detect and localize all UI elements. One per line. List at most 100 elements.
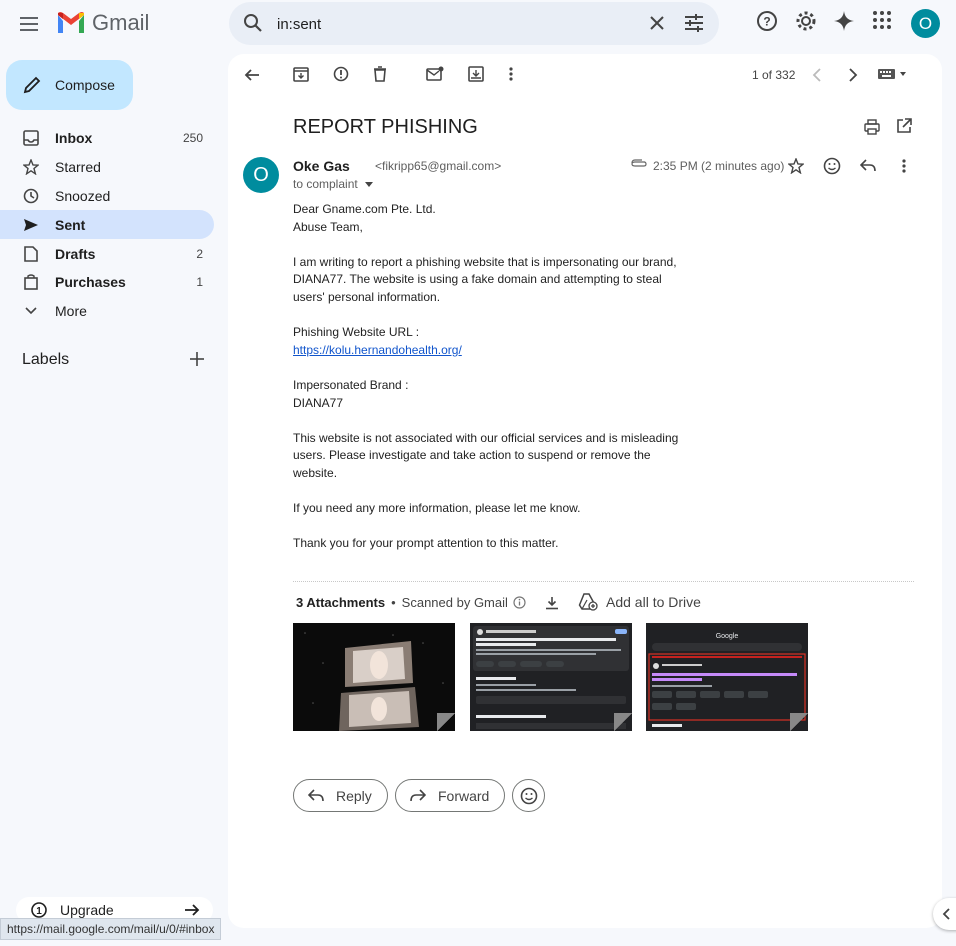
pencil-icon	[23, 76, 41, 94]
upgrade-label: Upgrade	[60, 902, 114, 918]
chevron-down-icon	[22, 302, 40, 320]
drive-label: Add all to Drive	[606, 594, 701, 610]
emoji-icon	[520, 787, 537, 804]
reply-icon[interactable]	[860, 159, 876, 173]
compose-button[interactable]: Compose	[6, 60, 133, 110]
status-bar-url: https://mail.google.com/mail/u/0/#inbox	[0, 918, 222, 940]
search-bar[interactable]: in:sent	[229, 2, 719, 45]
page-fold	[437, 713, 455, 731]
sidebar-item-label: Sent	[55, 216, 86, 233]
star-icon[interactable]	[788, 158, 804, 174]
recipient-label: to complaint	[293, 177, 358, 191]
info-icon[interactable]	[513, 596, 526, 609]
brand-label: Impersonated Brand :	[293, 377, 409, 392]
gmail-logo[interactable]: Gmail	[56, 10, 149, 36]
main-menu-button[interactable]	[14, 8, 46, 40]
emoji-react-button[interactable]	[512, 779, 545, 812]
message-subject: REPORT PHISHING	[293, 116, 478, 138]
svg-text:Google: Google	[716, 633, 739, 640]
sender-name[interactable]: Oke Gas	[293, 158, 350, 174]
svg-text:1: 1	[36, 906, 42, 917]
greeting-line: Abuse Team,	[293, 219, 363, 234]
send-icon	[22, 216, 40, 234]
search-options-icon[interactable]	[683, 13, 705, 33]
sidebar-item-label: More	[55, 303, 87, 320]
sidebar-item-label: Drafts	[55, 245, 96, 262]
forward-button[interactable]: Forward	[395, 779, 505, 812]
body-paragraph: I am writing to report a phishing websit…	[293, 254, 677, 304]
sidebar-item-more[interactable]: More	[0, 297, 214, 326]
forward-icon	[410, 788, 426, 801]
url-label: Phishing Website URL :	[293, 325, 420, 340]
download-all-icon[interactable]	[545, 596, 559, 610]
sidebar-item-label: Inbox	[55, 130, 93, 147]
help-icon[interactable]: ?	[756, 10, 778, 32]
keyboard-icon[interactable]	[878, 68, 908, 80]
upgrade-icon: 1	[31, 902, 47, 918]
mark-unread-icon[interactable]	[426, 66, 444, 82]
labels-heading: Labels	[22, 351, 70, 368]
gmail-wordmark: Gmail	[92, 10, 150, 35]
side-panel-toggle[interactable]	[933, 898, 956, 930]
attachment-preview-image: Google	[646, 623, 808, 731]
message-panel: 1 of 332 REPORT PHISHING O Oke Gas <fikr…	[228, 54, 942, 928]
message-body: Dear Gname.com Pte. Ltd. Abuse Team, I am…	[293, 201, 693, 570]
more-vert-icon[interactable]	[901, 158, 907, 174]
gear-icon[interactable]	[795, 10, 817, 32]
message-timestamp: 2:35 PM (2 minutes ago)	[653, 159, 785, 173]
report-spam-icon[interactable]	[333, 66, 349, 82]
gemini-sparkle-icon[interactable]	[833, 10, 855, 32]
account-avatar[interactable]: O	[911, 9, 940, 38]
sender-email: <fikripp65@gmail.com>	[375, 159, 502, 173]
sidebar-item-sent[interactable]: Sent	[0, 210, 214, 240]
print-icon[interactable]	[864, 119, 880, 135]
svg-text:?: ?	[763, 15, 770, 29]
attachment-preview-image	[293, 623, 455, 731]
phishing-url-link[interactable]: https://kolu.hernandohealth.org/	[293, 343, 462, 357]
back-arrow-icon[interactable]	[244, 67, 260, 83]
star-icon	[22, 158, 40, 176]
scanned-label: Scanned by Gmail	[401, 595, 508, 610]
attachments-header: 3 Attachments • Scanned by Gmail	[296, 595, 559, 610]
body-paragraph: This website is not associated with our …	[293, 430, 679, 480]
reply-label: Reply	[336, 787, 372, 804]
attachment-thumbnail[interactable]	[470, 623, 632, 731]
chevron-left-icon	[942, 908, 950, 920]
sidebar-item-drafts[interactable]: Drafts 2	[0, 239, 214, 268]
attachment-thumbnail[interactable]: Google	[646, 623, 808, 731]
forward-label: Forward	[438, 787, 490, 804]
sidebar-item-starred[interactable]: Starred	[0, 153, 214, 182]
sidebar-item-snoozed[interactable]: Snoozed	[0, 182, 214, 211]
page-fold	[614, 713, 632, 731]
separator-dot: •	[391, 595, 396, 610]
move-to-icon[interactable]	[468, 66, 484, 82]
add-label-icon[interactable]	[189, 351, 205, 367]
archive-icon[interactable]	[293, 66, 309, 82]
reply-icon	[308, 788, 324, 801]
pagination-count: 1 of 332	[752, 68, 796, 82]
reply-button[interactable]: Reply	[293, 779, 388, 812]
more-vert-icon[interactable]	[508, 66, 514, 82]
attachment-thumbnail[interactable]	[293, 623, 455, 731]
close-icon[interactable]	[647, 13, 667, 33]
add-all-to-drive-button[interactable]: Add all to Drive	[578, 593, 701, 611]
chevron-right-icon[interactable]	[848, 68, 858, 82]
caret-down-icon[interactable]	[365, 181, 374, 188]
arrow-right-icon	[185, 904, 200, 916]
search-icon[interactable]	[243, 13, 263, 33]
chevron-left-icon[interactable]	[812, 68, 822, 82]
compose-label: Compose	[55, 77, 115, 93]
trash-icon[interactable]	[373, 66, 387, 82]
recipient-line[interactable]: to complaint	[293, 177, 374, 191]
body-paragraph: If you need any more information, please…	[293, 501, 581, 516]
open-new-window-icon[interactable]	[896, 118, 912, 134]
sidebar-item-inbox[interactable]: Inbox 250	[0, 124, 214, 153]
apps-grid-icon[interactable]	[872, 10, 892, 30]
sender-avatar[interactable]: O	[243, 157, 279, 193]
unread-count: 250	[182, 131, 203, 146]
emoji-reaction-icon[interactable]	[823, 157, 841, 175]
sidebar-item-purchases[interactable]: Purchases 1	[0, 268, 214, 297]
search-input[interactable]: in:sent	[277, 16, 321, 33]
inbox-icon	[22, 129, 40, 147]
gmail-m-icon	[58, 12, 84, 33]
